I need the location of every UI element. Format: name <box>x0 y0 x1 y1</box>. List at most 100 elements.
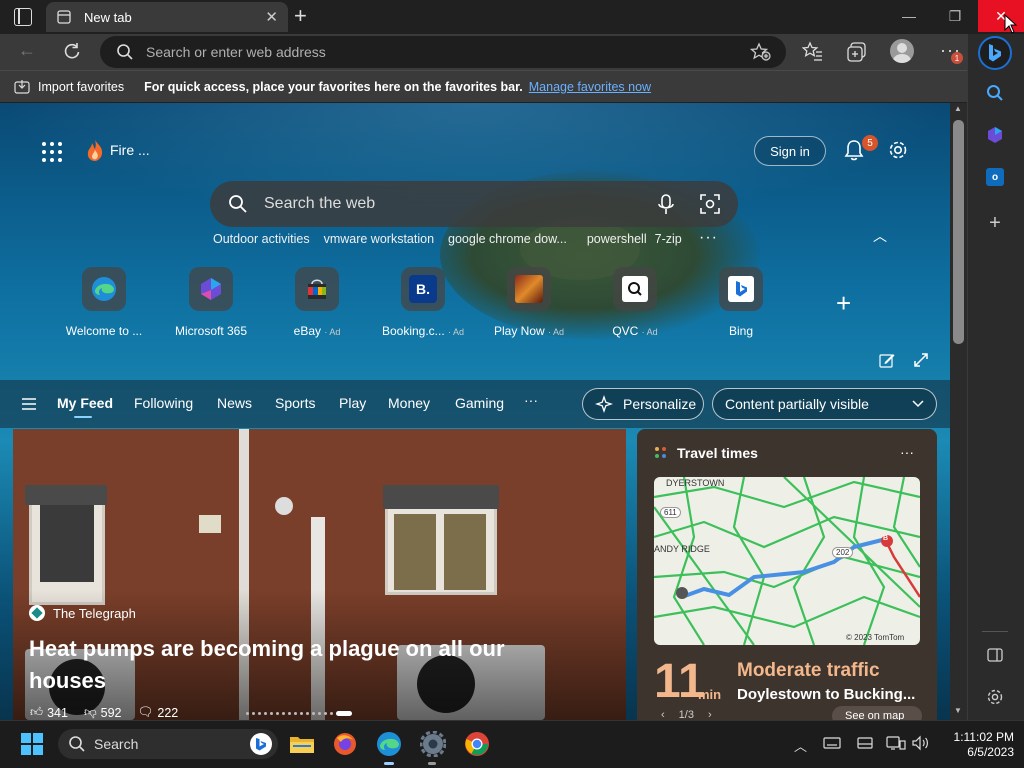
add-quick-link-button[interactable]: + <box>836 290 851 316</box>
tab-news[interactable]: News <box>217 395 252 411</box>
keyboard-icon[interactable] <box>823 737 841 749</box>
comment-icon[interactable]: 🗨︎ <box>138 705 154 720</box>
settings-gear-icon[interactable] <box>887 139 909 161</box>
chrome-icon[interactable] <box>461 728 493 760</box>
weather-label: Fire ... <box>110 142 150 158</box>
new-tab-button[interactable]: + <box>294 4 307 28</box>
sidebar-hide-button[interactable] <box>980 640 1010 670</box>
import-favorites-button[interactable]: Import favorites <box>38 80 124 94</box>
quick-link-label: Play Now <box>493 324 545 338</box>
system-clock[interactable]: 1:11:02 PM 6/5/2023 <box>938 730 1014 760</box>
visual-search-icon[interactable] <box>700 194 720 214</box>
bing-icon <box>989 44 1001 62</box>
carousel-dots[interactable] <box>246 711 352 716</box>
expand-icon[interactable] <box>913 352 929 368</box>
travel-icon <box>655 447 666 458</box>
map-route-shield: 202 <box>832 547 854 558</box>
sidebar-search-button[interactable] <box>980 78 1010 108</box>
firefox-icon[interactable] <box>329 728 361 760</box>
more-tabs-icon[interactable]: ··· <box>524 392 538 408</box>
sidebar-outlook-button[interactable]: o <box>980 162 1010 192</box>
bing-icon <box>250 733 272 755</box>
edge-taskbar-icon[interactable] <box>373 728 405 760</box>
sidebar-settings-button[interactable] <box>980 682 1010 712</box>
dislike-count: 592 <box>100 705 122 720</box>
sidebar-m365-button[interactable] <box>980 120 1010 150</box>
windows-start-icon[interactable] <box>21 733 43 755</box>
more-trending-icon[interactable]: ··· <box>699 229 718 247</box>
quick-link-qvc[interactable]: QVC · Ad <box>585 267 685 338</box>
scroll-down-arrow[interactable]: ▼ <box>954 706 962 715</box>
quick-link-microsoft-365[interactable]: Microsoft 365 <box>161 267 261 338</box>
quick-link-ebay[interactable]: eBay · Ad <box>267 267 367 338</box>
profile-avatar[interactable] <box>890 39 914 63</box>
apps-launcher-icon[interactable] <box>40 140 64 164</box>
restore-button[interactable]: ❐ <box>932 0 978 32</box>
network-icon[interactable] <box>886 735 906 751</box>
microphone-icon[interactable] <box>656 194 676 216</box>
running-app-indicator <box>428 762 436 765</box>
m365-icon <box>201 278 221 300</box>
scroll-up-arrow[interactable]: ▲ <box>954 104 962 113</box>
clock-time: 1:11:02 PM <box>953 730 1014 744</box>
tab-money[interactable]: Money <box>388 395 430 411</box>
volume-icon[interactable] <box>911 735 929 751</box>
minimize-button[interactable]: — <box>886 0 932 32</box>
address-bar[interactable]: Search or enter web address <box>100 36 786 68</box>
content-visibility-dropdown[interactable]: Content partially visible <box>712 388 937 420</box>
quick-link-booking[interactable]: B. Booking.c... · Ad <box>373 267 473 338</box>
web-search-box[interactable]: Search the web <box>210 181 738 227</box>
settings-app-icon[interactable] <box>417 728 449 760</box>
favorites-icon[interactable] <box>802 41 824 63</box>
tab-close-icon[interactable]: ✕ <box>265 8 278 26</box>
tab-my-feed[interactable]: My Feed <box>57 395 113 411</box>
personalize-button[interactable]: Personalize <box>582 388 704 420</box>
chevron-down-icon <box>912 400 924 408</box>
hamburger-menu-icon[interactable] <box>21 397 37 411</box>
add-favorite-icon[interactable] <box>750 42 772 62</box>
file-explorer-icon[interactable] <box>286 728 318 760</box>
ebay-icon <box>308 279 326 299</box>
back-button[interactable]: ← <box>18 40 36 61</box>
article-headline[interactable]: Heat pumps are becoming a plague on all … <box>29 633 569 697</box>
manage-favorites-link[interactable]: Manage favorites now <box>529 80 651 94</box>
search-icon <box>229 195 247 213</box>
trending-item[interactable]: 7-zip <box>655 232 682 246</box>
taskbar-search[interactable]: Search <box>58 729 278 759</box>
tab-following[interactable]: Following <box>134 395 193 411</box>
trending-item[interactable]: vmware workstation <box>324 232 434 246</box>
tab-new-tab[interactable]: New tab ✕ <box>46 2 288 32</box>
quick-link-play-now[interactable]: Play Now · Ad <box>479 267 579 338</box>
personalize-label: Personalize <box>623 396 697 412</box>
tab-play[interactable]: Play <box>339 395 366 411</box>
trending-item[interactable]: powershell <box>587 232 647 246</box>
quick-link-edge[interactable]: Welcome to ... <box>54 267 154 338</box>
dislike-icon[interactable]: 👎︎ <box>84 705 97 720</box>
like-icon[interactable]: 👍︎ <box>30 705 43 720</box>
route-name: Doylestown to Bucking... <box>737 686 916 703</box>
weather-widget[interactable]: Fire ... <box>84 138 150 162</box>
display-icon[interactable] <box>857 737 873 749</box>
qvc-icon <box>622 276 648 302</box>
travel-more-icon[interactable]: ··· <box>900 444 914 460</box>
trending-item[interactable]: Outdoor activities <box>213 232 310 246</box>
favorites-bar-message: For quick access, place your favorites h… <box>144 79 523 94</box>
collapse-chevron-icon[interactable]: ︿ <box>873 226 887 246</box>
collections-icon[interactable] <box>846 41 868 63</box>
show-hidden-icons-chevron[interactable]: ︿ <box>794 736 807 755</box>
sidebar-add-button[interactable]: + <box>980 208 1010 238</box>
refresh-button[interactable] <box>62 41 82 61</box>
scrollbar-thumb[interactable] <box>953 120 964 344</box>
search-icon <box>117 44 133 60</box>
travel-card-title: Travel times <box>677 445 758 461</box>
tab-gaming[interactable]: Gaming <box>455 395 504 411</box>
quick-link-bing[interactable]: Bing <box>691 267 791 338</box>
article-source: The Telegraph <box>29 605 136 621</box>
trending-item[interactable]: google chrome dow... <box>448 232 567 246</box>
traffic-map[interactable]: DYERSTOWN ANDY RIDGE 611 202 B © 2023 To… <box>654 477 920 645</box>
bing-chat-button[interactable] <box>978 36 1012 70</box>
sign-in-button[interactable]: Sign in <box>754 136 826 166</box>
tab-actions-icon[interactable] <box>14 8 32 26</box>
tab-sports[interactable]: Sports <box>275 395 315 411</box>
edit-background-icon[interactable] <box>879 352 895 368</box>
